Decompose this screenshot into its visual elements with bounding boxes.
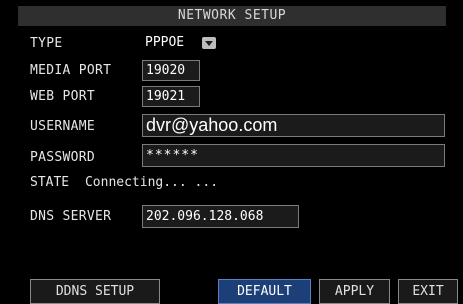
type-label: TYPE — [30, 36, 63, 51]
username-label: USERNAME — [30, 119, 96, 134]
state-label: STATE — [30, 175, 70, 190]
ddns-setup-button[interactable]: DDNS SETUP — [30, 279, 160, 304]
network-setup-screen: NETWORK SETUP TYPE PPPOE MEDIA PORT 1902… — [0, 0, 463, 304]
dns-server-input[interactable]: 202.096.128.068 — [142, 205, 299, 228]
password-input[interactable]: ****** — [142, 144, 445, 167]
connection-state: STATE Connecting... ... — [30, 175, 218, 190]
dns-server-label: DNS SERVER — [30, 209, 112, 224]
web-port-input[interactable]: 19021 — [142, 86, 200, 107]
username-input[interactable]: dvr@yahoo.com — [142, 114, 445, 137]
exit-button[interactable]: EXIT — [398, 279, 458, 304]
web-port-label: WEB PORT — [30, 89, 96, 104]
type-select[interactable]: PPPOE — [142, 34, 219, 52]
chevron-down-icon[interactable] — [202, 37, 216, 49]
state-value: Connecting... ... — [84, 175, 219, 190]
media-port-label: MEDIA PORT — [30, 63, 112, 78]
apply-button[interactable]: APPLY — [319, 279, 390, 304]
password-label: PASSWORD — [30, 150, 96, 165]
type-select-value: PPPOE — [145, 35, 185, 50]
page-title: NETWORK SETUP — [18, 6, 446, 26]
media-port-input[interactable]: 19020 — [142, 60, 200, 81]
default-button[interactable]: DEFAULT — [218, 279, 311, 304]
